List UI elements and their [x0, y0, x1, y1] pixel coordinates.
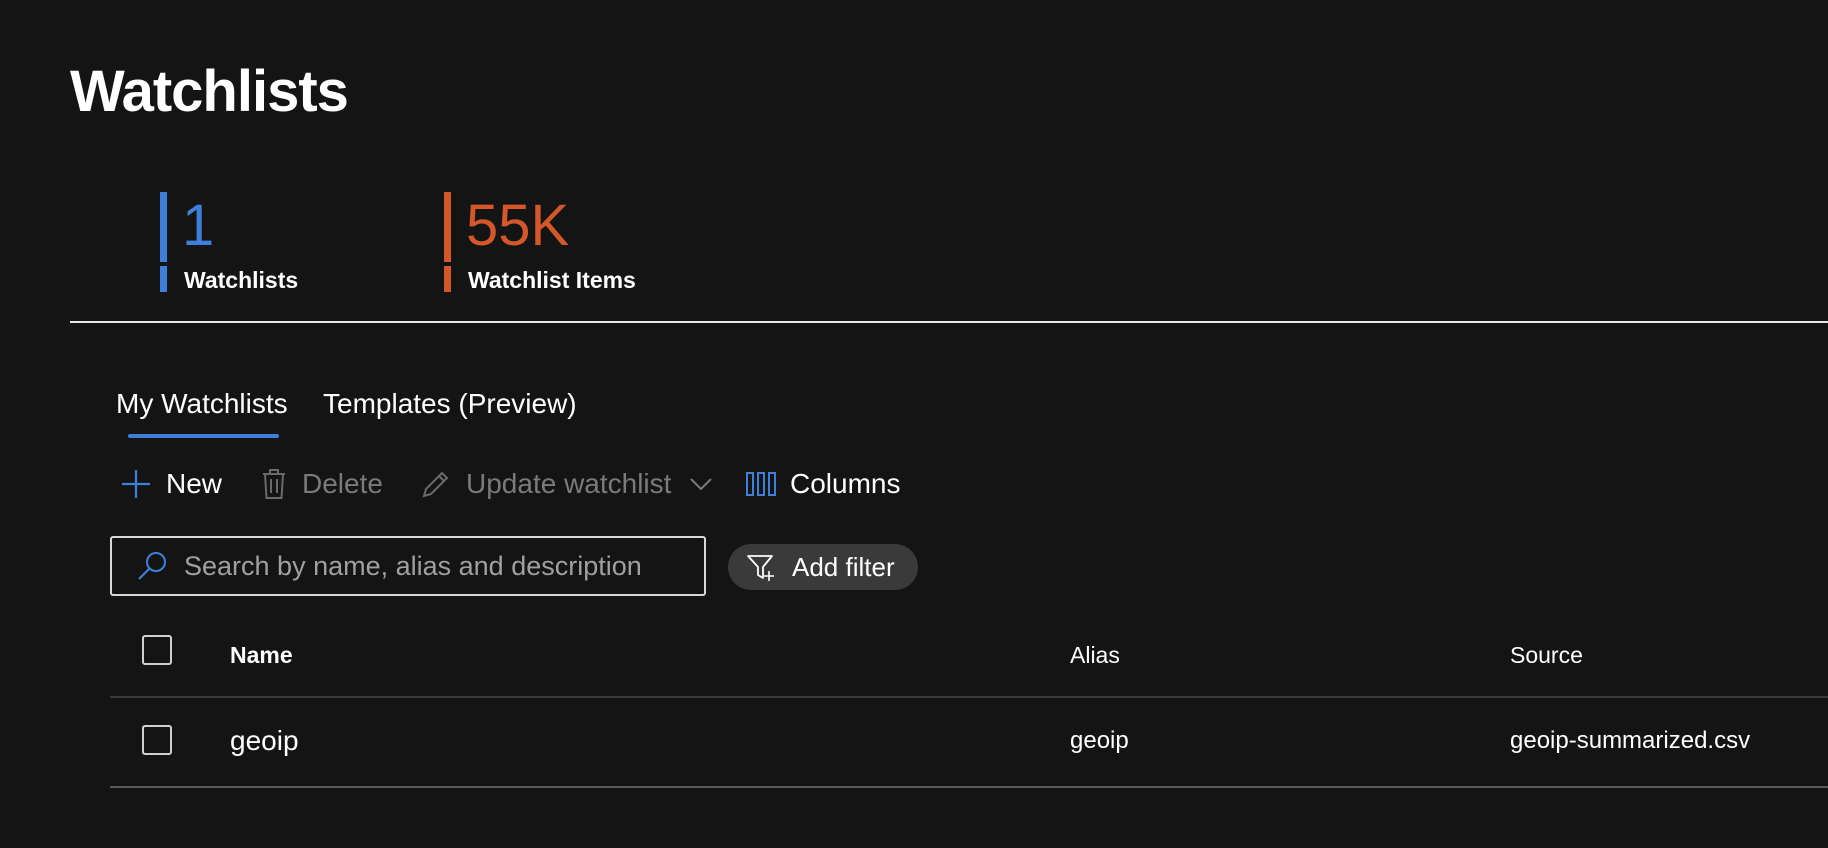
- pencil-icon: [420, 468, 452, 500]
- add-filter-label: Add filter: [792, 551, 895, 582]
- metric-value: 1: [182, 193, 215, 258]
- chevron-down-icon[interactable]: [689, 476, 713, 492]
- column-header-source[interactable]: Source: [1510, 640, 1583, 670]
- columns-button-label: Columns: [790, 468, 901, 499]
- row-checkbox[interactable]: [142, 725, 172, 755]
- section-divider: [70, 321, 1828, 323]
- update-watchlist-label: Update watchlist: [466, 468, 672, 499]
- select-all-checkbox[interactable]: [142, 635, 172, 665]
- add-filter-button[interactable]: Add filter: [728, 544, 918, 590]
- page-title: Watchlists: [70, 59, 349, 124]
- filter-add-icon: [746, 552, 776, 582]
- delete-button-label: Delete: [302, 468, 383, 499]
- trash-icon: [260, 467, 288, 501]
- new-button[interactable]: New: [120, 462, 222, 506]
- metric-accent-bar: [444, 266, 451, 292]
- cell-name: geoip: [230, 725, 299, 756]
- tab-templates[interactable]: Templates (Preview): [323, 384, 577, 424]
- search-input[interactable]: [182, 549, 704, 583]
- metric-label: Watchlist Items: [468, 267, 636, 293]
- delete-button[interactable]: Delete: [260, 462, 383, 506]
- search-box: [110, 536, 706, 596]
- tab-my-watchlists[interactable]: My Watchlists: [116, 384, 288, 424]
- columns-icon: [746, 471, 776, 497]
- cell-alias: geoip: [1070, 727, 1129, 754]
- plus-icon: [120, 468, 152, 500]
- columns-button[interactable]: Columns: [746, 462, 900, 506]
- metric-accent-bar: [160, 266, 167, 292]
- metric-label: Watchlists: [184, 267, 299, 293]
- metric-value: 55K: [466, 193, 570, 258]
- new-button-label: New: [166, 468, 223, 499]
- cell-source: geoip-summarized.csv: [1510, 727, 1751, 754]
- update-watchlist-button[interactable]: Update watchlist: [420, 462, 713, 506]
- table-row[interactable]: geoip geoip geoip-summarized.csv: [110, 698, 1828, 788]
- watchlists-page: Watchlists 1 Watchlists 55K Watchlist It…: [0, 0, 1828, 848]
- search-icon: [136, 550, 168, 582]
- column-header-alias[interactable]: Alias: [1070, 640, 1120, 670]
- metric-accent-bar: [160, 192, 167, 262]
- column-header-name[interactable]: Name: [230, 640, 293, 670]
- metric-accent-bar: [444, 192, 451, 262]
- tab-selected-indicator: [128, 434, 279, 438]
- table-header: Name Alias Source: [110, 620, 1828, 698]
